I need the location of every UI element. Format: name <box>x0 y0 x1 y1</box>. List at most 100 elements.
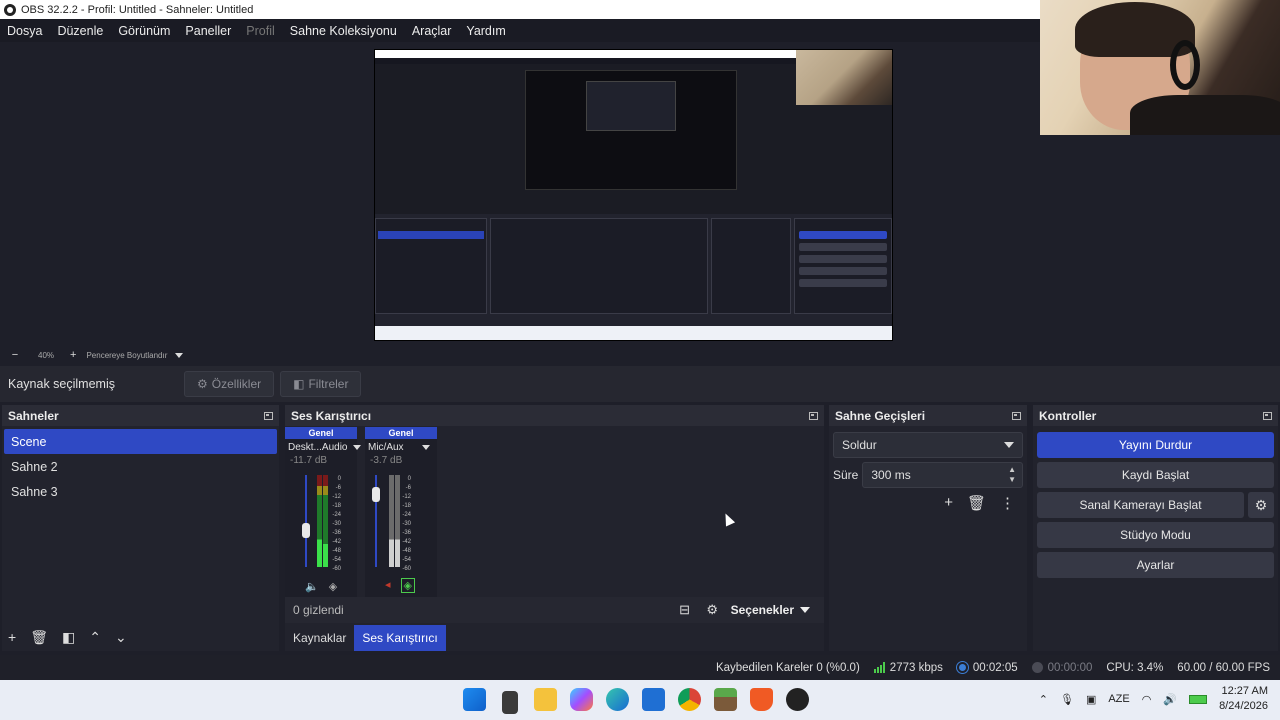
meter-tick: -36 <box>332 530 341 536</box>
gear-icon[interactable]: ⚙ <box>1248 492 1274 518</box>
menu-duzenle[interactable]: Düzenle <box>50 24 111 38</box>
meter-tick: -12 <box>332 494 341 500</box>
file-explorer-icon[interactable] <box>502 691 518 714</box>
live-icon <box>956 662 968 673</box>
menu-sahne-koleksiyonu[interactable]: Sahne Koleksiyonu <box>283 24 405 38</box>
spinbox-arrows[interactable]: ▲ ▼ <box>1008 465 1016 485</box>
advanced-audio-icon[interactable]: ⚙ <box>706 602 718 618</box>
level-meter <box>389 475 394 567</box>
minecraft-icon[interactable] <box>714 688 737 711</box>
filter-icon[interactable]: ◧ <box>62 629 75 646</box>
add-icon[interactable]: + <box>8 629 16 645</box>
chevron-up-icon[interactable]: ⌃ <box>1039 693 1048 706</box>
undock-icon[interactable] <box>809 411 818 420</box>
store-icon[interactable] <box>642 688 665 711</box>
tab-sources[interactable]: Kaynaklar <box>285 625 354 651</box>
brave-icon[interactable] <box>750 688 773 711</box>
menu-araclar[interactable]: Araçlar <box>405 24 460 38</box>
zoom-in-button[interactable]: + <box>70 349 76 361</box>
chevron-down-icon <box>800 607 810 613</box>
program-preview[interactable] <box>374 49 893 341</box>
menu-paneller[interactable]: Paneller <box>178 24 239 38</box>
trash-icon[interactable]: 🗑 <box>967 494 986 512</box>
folder-icon[interactable] <box>534 688 557 711</box>
mixer-title: Ses Karıştırıcı <box>291 408 372 423</box>
mixer-header: Ses Karıştırıcı <box>285 405 824 426</box>
meter-tick: 0 <box>337 476 341 482</box>
zoom-out-button[interactable]: − <box>10 349 20 361</box>
mixer-footer: 0 gizlendi ⊟ ⚙ Seçenekler <box>285 597 824 623</box>
chevron-down-icon[interactable]: ⌄ <box>115 629 127 646</box>
duration-label: Süre <box>833 468 859 482</box>
battery-icon[interactable] <box>1189 694 1208 704</box>
clock[interactable]: 12:27 AM 8/24/2026 <box>1219 684 1268 714</box>
chevron-down-icon <box>1004 442 1014 448</box>
filters-button[interactable]: ◧ Filtreler <box>280 371 362 397</box>
channel-group-label: Genel <box>285 427 357 439</box>
copilot-icon[interactable] <box>570 688 593 711</box>
wifi-icon[interactable]: ◠ <box>1142 693 1152 706</box>
meter-tick: -54 <box>332 557 341 563</box>
volume-icon[interactable]: 🔊 <box>1163 693 1177 706</box>
meter-tick: -42 <box>332 539 341 545</box>
meter-tick: -60 <box>332 566 341 572</box>
headphone-monitor-icon[interactable]: ◈ <box>329 580 337 593</box>
more-options-icon[interactable]: ⋮ <box>1000 494 1015 512</box>
volume-slider-knob[interactable] <box>302 522 310 538</box>
studio-mode-button[interactable]: Stüdyo Modu <box>1037 522 1274 548</box>
channel-volume-db: -11.7 dB <box>290 455 328 466</box>
menu-gorunum[interactable]: Görünüm <box>111 24 178 38</box>
duration-value: 300 ms <box>871 468 911 482</box>
zoom-mode-label[interactable]: Pencereye Boyutlandır <box>86 351 167 360</box>
start-recording-button[interactable]: Kaydı Başlat <box>1037 462 1274 488</box>
language-indicator[interactable]: AZE <box>1108 693 1129 705</box>
scene-item[interactable]: Sahne 2 <box>4 454 277 479</box>
chevron-up-icon[interactable]: ▲ <box>1008 465 1016 475</box>
undock-icon[interactable] <box>1263 411 1272 420</box>
channel-name-dropdown[interactable]: Mic/Aux <box>365 439 437 455</box>
stop-stream-button[interactable]: Yayını Durdur <box>1037 432 1274 458</box>
scene-item[interactable]: Sahne 3 <box>4 479 277 504</box>
speaker-icon[interactable]: 🔈 <box>305 580 319 593</box>
volume-slider-track[interactable] <box>305 475 307 567</box>
mixer-channel-mic: Genel Mic/Aux -3.7 dB 0 -6 -12 -18 -24 -… <box>365 427 437 597</box>
meter-tick: -48 <box>402 548 411 554</box>
trash-icon[interactable]: 🗑 <box>30 629 48 646</box>
undock-icon[interactable] <box>1012 411 1021 420</box>
menu-dosya[interactable]: Dosya <box>0 24 50 38</box>
clock-date: 8/24/2026 <box>1219 700 1268 712</box>
obs-icon[interactable] <box>786 688 809 711</box>
channel-name-dropdown[interactable]: Deskt...Audio <box>285 439 362 455</box>
system-tray: ⌃ 🎙 ▣ AZE ◠ 🔊 12:27 AM 8/24/2026 <box>1039 684 1268 714</box>
bitrate-indicator: 2773 kbps <box>873 661 943 674</box>
options-menu-button[interactable]: Seçenekler <box>731 603 810 617</box>
bitrate-value: 2773 kbps <box>889 661 943 674</box>
record-icon <box>1031 662 1043 673</box>
capture-icon[interactable]: ▣ <box>1086 693 1096 706</box>
edge-icon[interactable] <box>606 688 629 711</box>
menu-profil[interactable]: Profil <box>239 24 282 38</box>
start-virtual-camera-button[interactable]: Sanal Kamerayı Başlat <box>1037 492 1244 518</box>
transition-select[interactable]: Soldur <box>833 432 1023 458</box>
add-icon[interactable]: + <box>944 494 953 512</box>
duration-input[interactable]: 300 ms ▲ ▼ <box>862 462 1023 488</box>
scenes-toolbar: + 🗑 ◧ ⌃ ⌄ <box>2 623 279 651</box>
transition-value: Soldur <box>842 438 877 452</box>
menu-yardim[interactable]: Yardım <box>459 24 513 38</box>
scene-item[interactable]: Scene <box>4 429 277 454</box>
channel-volume-db: -3.7 dB <box>370 455 403 466</box>
settings-button[interactable]: Ayarlar <box>1037 552 1274 578</box>
headphone-monitor-icon[interactable]: ◈ <box>400 578 415 593</box>
undock-icon[interactable] <box>264 411 273 420</box>
chevron-down-icon[interactable] <box>175 352 184 358</box>
layout-toggle-icon[interactable]: ⊟ <box>679 602 690 618</box>
chevron-up-icon[interactable]: ⌃ <box>89 629 101 646</box>
windows-start-icon[interactable] <box>463 688 486 711</box>
microphone-icon[interactable]: 🎙 <box>1060 693 1074 706</box>
tab-audio-mixer[interactable]: Ses Karıştırıcı <box>354 625 446 651</box>
properties-button[interactable]: ⚙ Özellikler <box>184 371 275 397</box>
speaker-muted-icon[interactable]: ◂ <box>385 578 391 593</box>
chevron-down-icon[interactable]: ▼ <box>1008 475 1016 485</box>
chrome-icon[interactable] <box>678 688 701 711</box>
volume-slider-knob[interactable] <box>372 486 380 502</box>
